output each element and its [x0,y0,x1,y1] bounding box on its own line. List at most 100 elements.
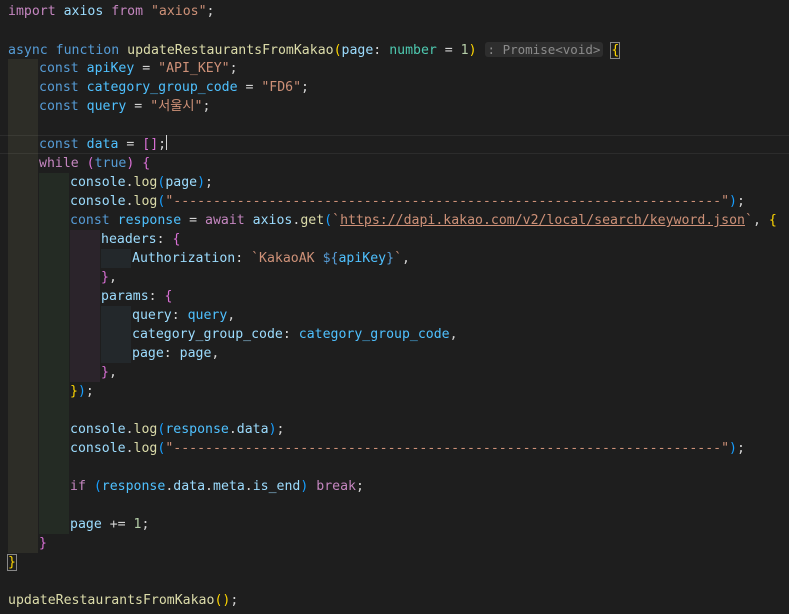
punctuation [48,43,56,58]
indent-guide [8,78,38,97]
code-line[interactable]: }); [70,382,94,401]
punctuation: . [244,479,253,494]
indent-guide [39,477,69,496]
punctuation: ; [141,517,150,532]
punctuation [143,4,151,19]
code-line[interactable]: page += 1; [70,515,149,534]
punctuation [110,213,118,228]
punctuation: , [752,213,769,228]
code-line[interactable]: page: page, [132,344,219,363]
indent-guide [8,97,38,116]
code-line[interactable]: } [39,534,47,553]
punctuation: , [402,251,410,266]
code-line[interactable]: console.log("---------------------------… [70,439,745,458]
number-literal: 1 [460,43,469,58]
punctuation: ; [276,422,285,437]
indent-guide [39,211,69,230]
code-line[interactable]: params: { [101,287,172,306]
code-line[interactable]: }, [101,363,117,382]
punctuation: , [108,365,117,380]
identifier: params [101,289,149,304]
bracket: { [142,156,151,171]
code-line[interactable]: console.log(response.data); [70,420,284,439]
code-line[interactable]: category_group_code: category_group_code… [132,325,458,344]
bracket: [] [142,137,159,152]
indent-guide [8,344,38,363]
indent-guide [39,249,69,268]
code-line[interactable]: }, [101,268,117,287]
code-line[interactable]: if (response.data.meta.is_end) break; [70,477,364,496]
punctuation: : [163,346,180,361]
indent-guide [39,287,69,306]
function-name: updateRestaurantsFromKakao [127,43,334,58]
url-link[interactable]: https://dapi.kakao.com/v2/local/search/k… [340,213,745,228]
code-line[interactable]: const data = []; [39,135,168,154]
punctuation: ; [736,441,745,456]
punctuation: = [126,99,151,114]
indent-guide [8,401,38,420]
code-line[interactable]: query: query, [132,306,235,325]
indent-guide [70,249,100,268]
indent-guide [39,496,69,515]
indent-guide [8,363,38,382]
punctuation: : [235,251,252,266]
indent-guide [101,325,131,344]
string-literal: ` [394,251,403,266]
punctuation: ; [355,479,364,494]
code-line[interactable]: while (true) { [39,154,150,173]
identifier: axios [252,213,293,228]
bracket: { [172,232,181,247]
bracket: } [70,384,78,399]
constant: response [101,479,166,494]
punctuation: . [125,422,134,437]
indent-guide [70,230,100,249]
bracket: ) [77,384,86,399]
code-line[interactable]: Authorization: `KakaoAK ${apiKey}`, [132,249,410,268]
indent-guide [39,173,69,192]
punctuation: ; [229,61,238,76]
code-line[interactable]: console.log("---------------------------… [70,192,745,211]
punctuation: = [134,61,159,76]
punctuation: , [227,308,236,323]
constant: query [187,308,228,323]
indent-guide [39,401,69,420]
indent-guide [39,306,69,325]
punctuation: ; [736,194,745,209]
indent-guide [8,325,38,344]
code-editor[interactable]: import axios from "axios"; async function… [0,0,789,614]
code-line[interactable]: console.log(page); [70,173,213,192]
function-name: log [133,441,158,456]
code-line[interactable]: updateRestaurantsFromKakao(); [8,591,238,610]
indent-guide [39,268,69,287]
indent-guide [39,439,69,458]
bracket: } [39,536,47,551]
code-line[interactable]: const category_group_code = "FD6"; [39,78,309,97]
indent-guide [101,306,131,325]
punctuation: = [181,213,206,228]
indent-guide [39,515,69,534]
constant: query [86,99,127,114]
code-line[interactable]: const apiKey = "API_KEY"; [39,59,238,78]
indent-guide [8,496,38,515]
code-line[interactable]: import axios from "axios"; [8,2,215,21]
string-literal: "FD6" [261,80,302,95]
identifier: headers [101,232,157,247]
function-name: log [133,422,158,437]
code-line[interactable]: } [7,553,17,572]
constant: category_group_code [298,327,450,342]
identifier: page [341,43,374,58]
bracket: ) [268,422,277,437]
code-line[interactable]: headers: { [101,230,180,249]
identifier: console [70,441,126,456]
punctuation: : [373,43,390,58]
bracket: ) [729,194,737,209]
keyword: from [111,4,144,19]
code-line[interactable]: async function updateRestaurantsFromKaka… [8,40,621,59]
code-line[interactable]: const response = await axios.get(`https:… [70,211,777,230]
code-line[interactable]: const query = "서울시"; [39,97,210,116]
keyword: function [55,43,120,58]
indent-guide [8,154,38,173]
indent-guide [39,230,69,249]
bracket: ) [468,43,477,58]
indent-guide [8,287,38,306]
